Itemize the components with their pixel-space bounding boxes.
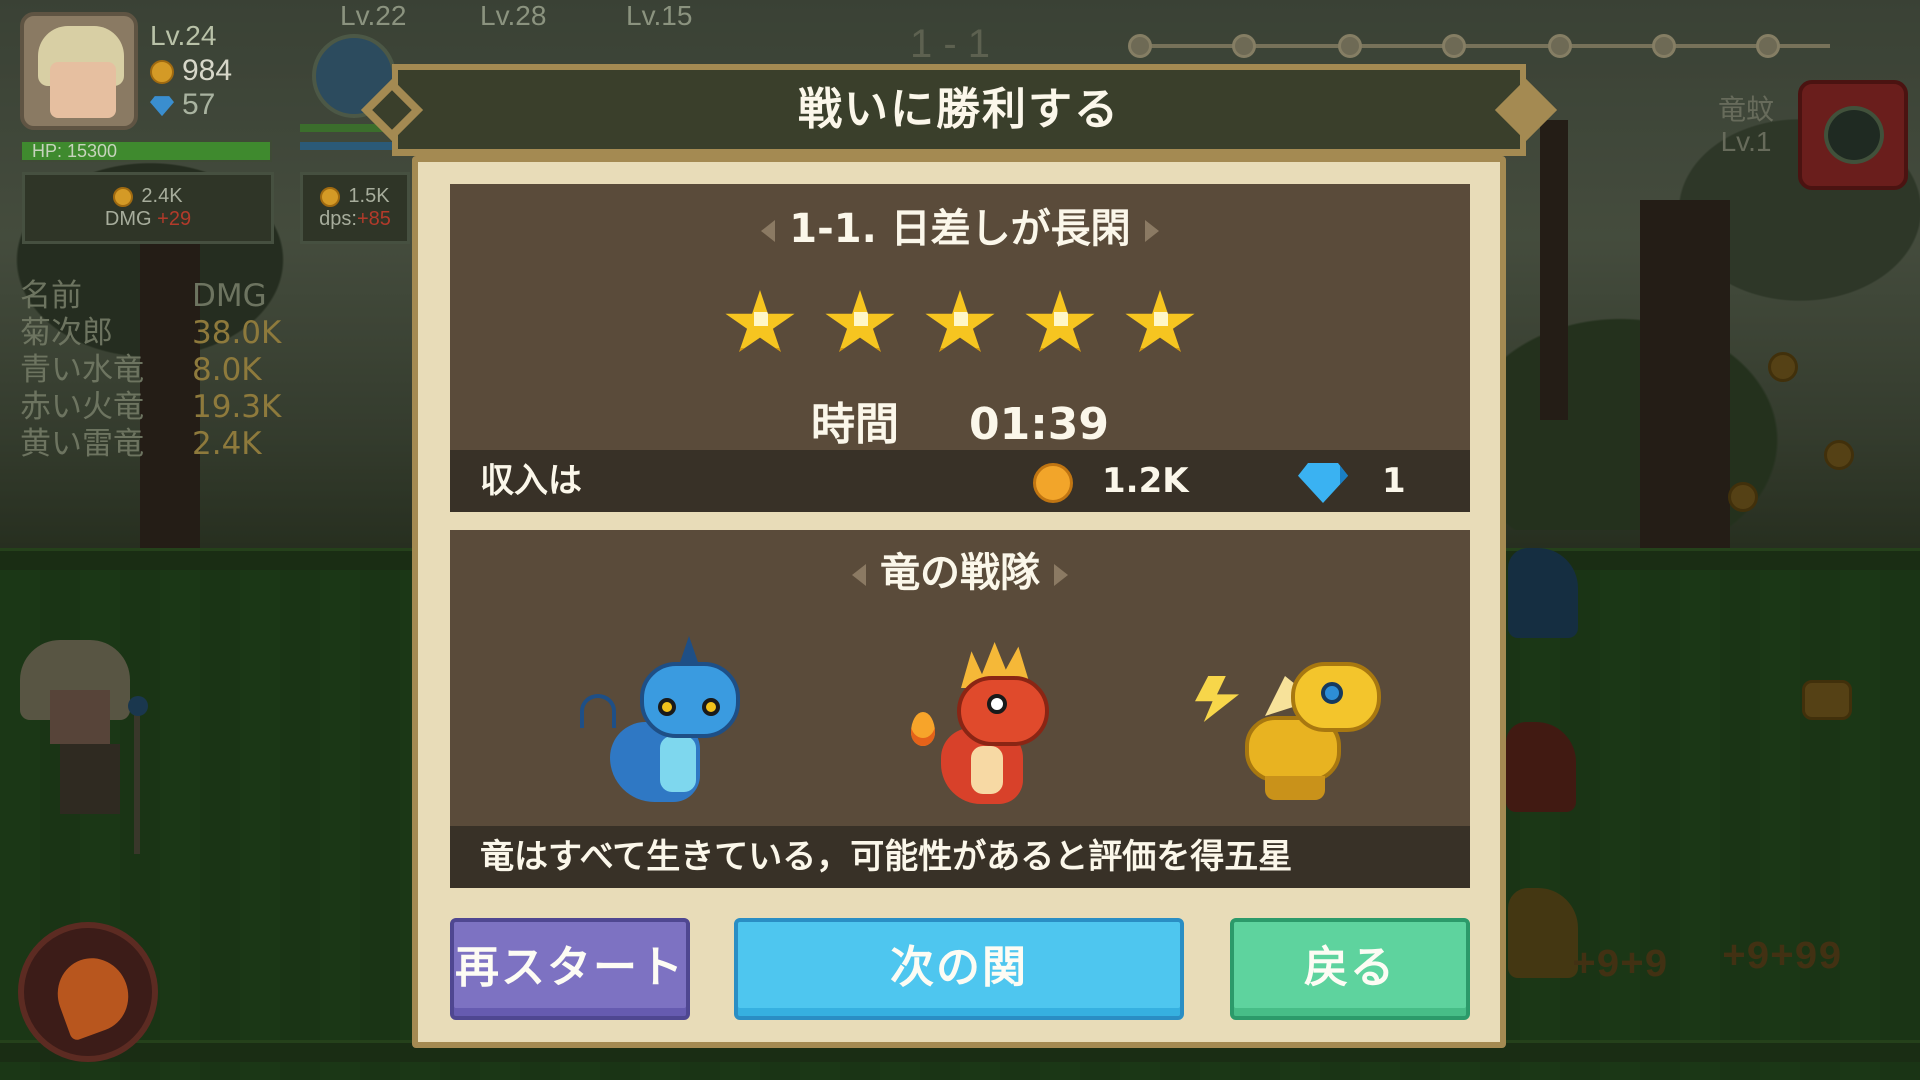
stage-progress-node (1652, 34, 1676, 58)
star-icon (925, 290, 995, 352)
coin-icon (1033, 463, 1073, 503)
fire-skill-button[interactable] (18, 922, 158, 1062)
income-label: 収入は (480, 461, 582, 501)
enemy-name: 竜蚊 (1718, 94, 1775, 125)
hp-bar: HP: 15300 (20, 140, 272, 162)
gem-counter: 57 (150, 88, 215, 122)
companion-level: Lv.28 (480, 0, 547, 31)
arrow-right-icon (1144, 220, 1159, 242)
stage-progress-node (1756, 34, 1780, 58)
yellow-thunder-dragon (1195, 642, 1381, 822)
damage-table-name: 菊次郎 (20, 315, 113, 351)
arrow-left-icon (761, 220, 776, 242)
team-title-row: 竜の戦隊 (450, 540, 1470, 598)
clear-time: 時間 01:39 (450, 388, 1470, 452)
coin-icon (320, 186, 341, 207)
fire-skill-icon (47, 948, 139, 1042)
red-fire-dragon (905, 642, 1085, 822)
damage-table-name: 赤い火竜 (20, 389, 144, 425)
arrow-right-icon (1054, 564, 1068, 586)
team-note-row: 竜はすべて生きている，可能性があると評価を得五星 (450, 826, 1470, 888)
dps-upgrade-box[interactable]: 1.5K dps:+85 (300, 172, 410, 244)
stage-title-row: 1-1. 日差しが長閑 (450, 196, 1470, 254)
coin-icon (113, 186, 134, 207)
enemy-info: 竜蚊 Lv.1 (1718, 94, 1774, 158)
damage-table-value: 38.0K (192, 315, 282, 351)
next-stage-button[interactable]: 次の関 (734, 918, 1184, 1020)
star-icon (725, 290, 795, 352)
gem-icon (1298, 463, 1348, 503)
time-value: 01:39 (968, 399, 1110, 450)
stage-progress-node (1232, 34, 1256, 58)
team-note: 竜はすべて生きている，可能性があると評価を得五星 (480, 837, 1293, 877)
restart-button[interactable]: 再スタート (450, 918, 690, 1020)
dialog-title: 戦いに勝利する (798, 84, 1120, 135)
gem-icon (150, 96, 174, 117)
companion-mana-bar (300, 142, 400, 150)
star-icon (1025, 290, 1095, 352)
enemy-level: Lv.1 (1720, 126, 1772, 157)
damage-table-value: 19.3K (192, 389, 282, 425)
damage-table-value: 2.4K (192, 426, 262, 462)
stage-progress-node (1548, 34, 1572, 58)
player-level: Lv.24 (150, 20, 217, 51)
damage-table-dmg-header: DMG (192, 278, 267, 314)
team-title: 竜の戦隊 (880, 550, 1040, 596)
time-label: 時間 (810, 399, 899, 450)
damage-table-value: 8.0K (192, 352, 262, 388)
star-icon (1125, 290, 1195, 352)
damage-table-name-header: 名前 (20, 278, 82, 314)
income-coins: 1.2K (1102, 461, 1189, 501)
income-gems: 1 (1382, 461, 1406, 501)
dialog-title-banner: 戦いに勝利する (392, 64, 1526, 156)
dragon-team-panel: 竜の戦隊 竜はすべて生きている，可能性があると評価を得五星 (450, 530, 1470, 888)
coin-icon (150, 60, 174, 85)
damage-table: 名前 DMG 菊次郎 38.0K 青い水竜 8.0K 赤い火竜 19.3K 黄い雷竜 2.… (20, 278, 281, 463)
arrow-left-icon (852, 564, 866, 586)
stage-progress-node (1442, 34, 1466, 58)
star-rating (450, 290, 1470, 358)
dmg-upgrade-box[interactable]: 2.4K DMG +29 (22, 172, 274, 244)
damage-table-name: 黄い雷竜 (20, 426, 144, 462)
companion-level: Lv.15 (626, 0, 693, 31)
companion-level: Lv.22 (340, 0, 407, 31)
stage-name: 1-1. 日差しが長閑 (789, 206, 1131, 252)
coin-counter: 984 (150, 54, 232, 88)
stage-progress-node (1338, 34, 1362, 58)
enemy-portrait (1798, 80, 1908, 190)
player-avatar[interactable] (20, 12, 138, 130)
income-row: 収入は 1.2K 1 (450, 450, 1470, 512)
stage-indicator: 1 - 1 (910, 22, 991, 66)
stage-result-panel: 1-1. 日差しが長閑 時間 01:39 収入は 1.2K 1 (450, 184, 1470, 512)
damage-table-name: 青い水竜 (20, 352, 144, 388)
star-icon (825, 290, 895, 352)
back-button[interactable]: 戻る (1230, 918, 1470, 1020)
blue-water-dragon (580, 636, 760, 822)
stage-progress-node (1128, 34, 1152, 58)
